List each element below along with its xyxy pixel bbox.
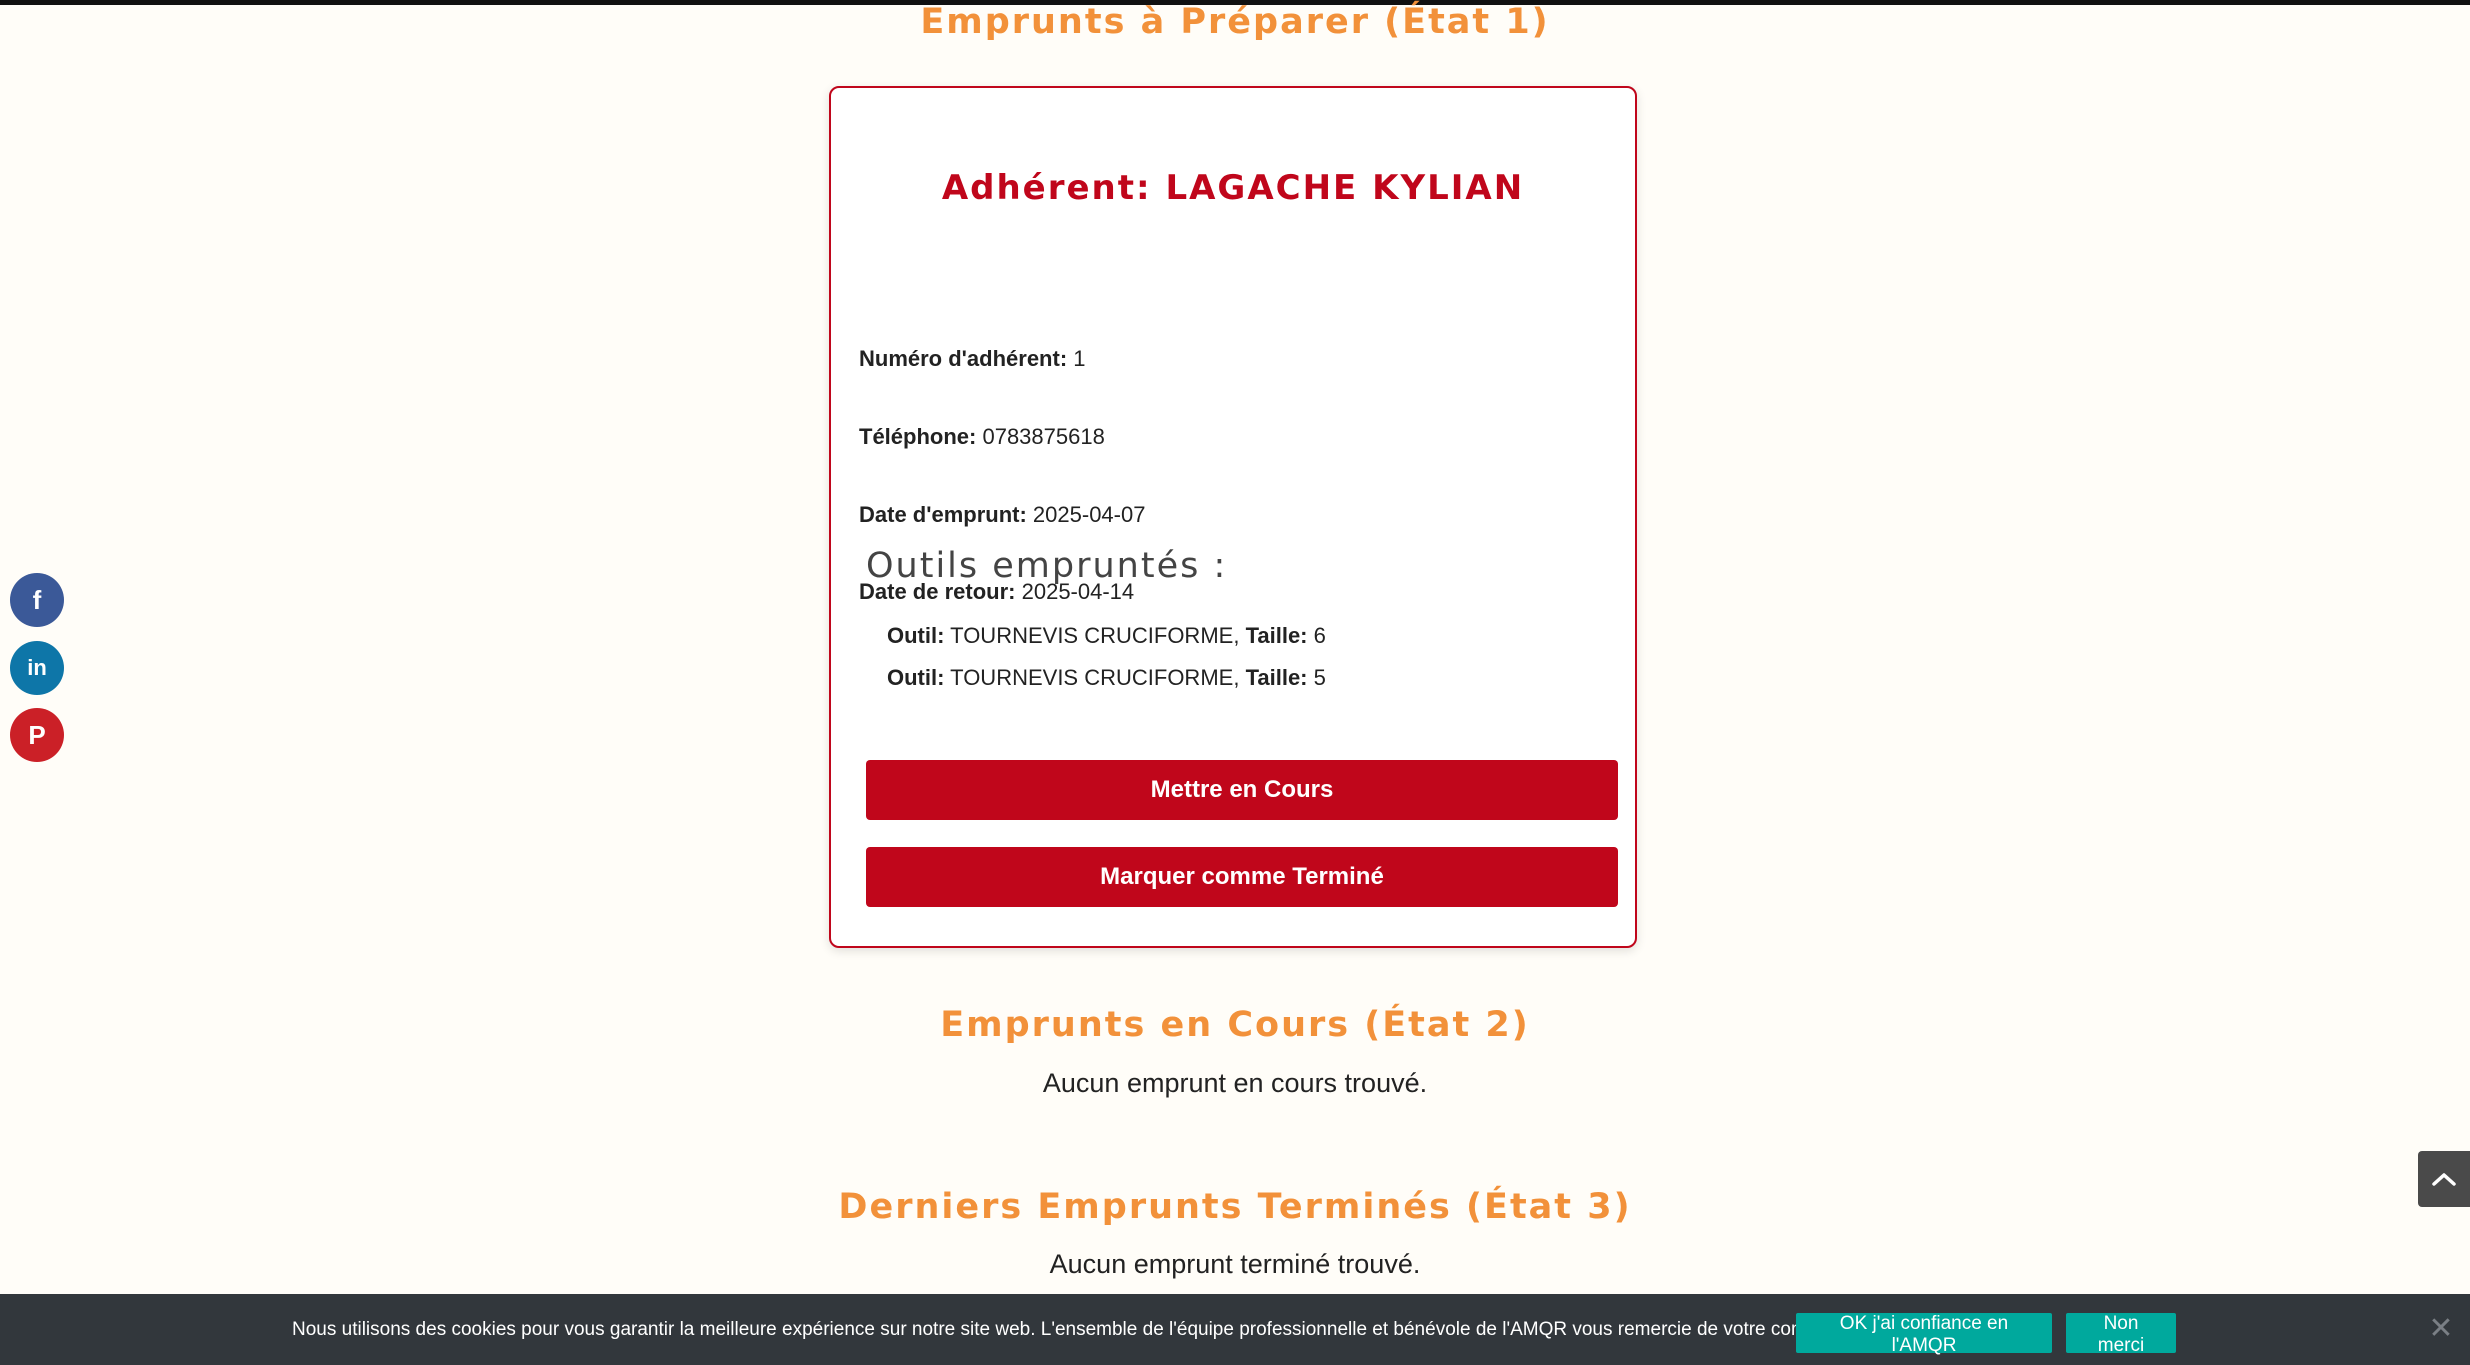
size-label: Taille: <box>1245 623 1308 648</box>
tool-label: Outil: <box>887 623 945 648</box>
tool-name: TOURNEVIS CRUCIFORME, <box>950 665 1240 690</box>
field-value: 2025-04-07 <box>1032 502 1146 527</box>
set-in-progress-button[interactable]: Mettre en Cours <box>866 760 1618 820</box>
back-to-top-button[interactable] <box>2418 1151 2470 1207</box>
pinterest-icon: P <box>28 719 46 750</box>
size-label: Taille: <box>1245 665 1308 690</box>
facebook-icon: f <box>32 584 42 615</box>
tool-size: 5 <box>1313 665 1326 690</box>
close-icon[interactable]: ✕ <box>2426 1314 2456 1344</box>
field-value: 1 <box>1073 346 1086 371</box>
facebook-share-button[interactable]: f <box>10 573 64 627</box>
linkedin-icon: in <box>27 655 47 680</box>
tool-name: TOURNEVIS CRUCIFORME, <box>950 623 1240 648</box>
field-label: Date d'emprunt: <box>859 502 1027 527</box>
section-title-en-cours: Emprunts en Cours (État 2) <box>940 1005 1530 1045</box>
cookie-banner: Nous utilisons des cookies pour vous gar… <box>0 1294 2470 1365</box>
section-title-preparer: Emprunts à Préparer (État 1) <box>920 2 1550 42</box>
cookie-message: Nous utilisons des cookies pour vous gar… <box>292 1319 1907 1340</box>
phone-field: Téléphone: 0783875618 <box>859 424 1105 450</box>
tool-label: Outil: <box>887 665 945 690</box>
field-value: 0783875618 <box>982 424 1105 449</box>
tool-item: Outil: TOURNEVIS CRUCIFORME, Taille: 5 <box>887 665 1326 691</box>
member-number-field: Numéro d'adhérent: 1 <box>859 346 1086 372</box>
section-title-termines: Derniers Emprunts Terminés (État 3) <box>838 1187 1632 1227</box>
mark-complete-button[interactable]: Marquer comme Terminé <box>866 847 1618 907</box>
member-name-heading: Adhérent: LAGACHE KYLIAN <box>941 168 1525 208</box>
tool-size: 6 <box>1313 623 1326 648</box>
field-label: Téléphone: <box>859 424 977 449</box>
cookie-accept-button[interactable]: OK j'ai confiance en l'AMQR <box>1796 1313 2052 1356</box>
pinterest-share-button[interactable]: P <box>10 708 64 762</box>
loan-date-field: Date d'emprunt: 2025-04-07 <box>859 502 1145 528</box>
field-label: Numéro d'adhérent: <box>859 346 1068 371</box>
cookie-decline-button[interactable]: Non merci <box>2066 1313 2176 1356</box>
linkedin-share-button[interactable]: in <box>10 641 64 695</box>
tools-heading: Outils empruntés : <box>866 546 1228 586</box>
empty-en-cours-message: Aucun emprunt en cours trouvé. <box>1042 1068 1428 1098</box>
loan-card: Adhérent: LAGACHE KYLIAN Numéro d'adhére… <box>829 86 1637 948</box>
tool-item: Outil: TOURNEVIS CRUCIFORME, Taille: 6 <box>887 623 1326 649</box>
chevron-up-icon <box>2432 1173 2456 1186</box>
empty-termines-message: Aucun emprunt terminé trouvé. <box>1049 1249 1421 1279</box>
